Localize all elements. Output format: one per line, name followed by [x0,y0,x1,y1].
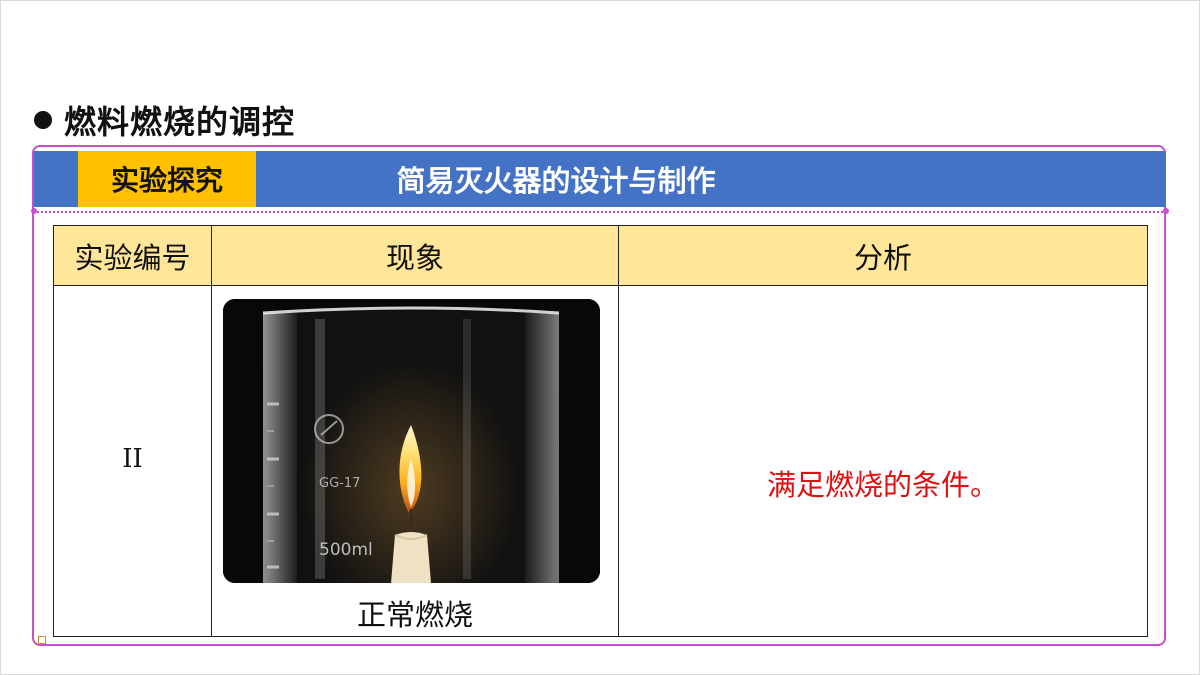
cell-analysis: 满足燃烧的条件。 [618,285,1148,637]
divider-handle-right [1163,208,1169,214]
table-row: II GG-17 500ml 正常燃烧 满足燃烧的条件。 [53,285,1148,637]
cell-number: II [53,285,212,637]
cell-phenomenon: GG-17 500ml 正常燃烧 [211,285,619,637]
divider-handle-left [31,208,37,214]
header-number: 实验编号 [53,225,212,286]
header-phenomenon: 现象 [211,225,619,286]
bullet-icon [34,111,52,129]
experiment-table: 实验编号 现象 分析 II GG-17 500ml 正常燃烧 满足燃烧的条件。 [53,225,1148,637]
candle-beaker-photo: GG-17 500ml [223,299,600,583]
table-header-row: 实验编号 现象 分析 [53,225,1148,286]
phenomenon-caption: 正常燃烧 [356,598,473,632]
dotted-divider [34,211,1166,213]
heading-text: 燃料燃烧的调控 [64,103,296,141]
header-analysis: 分析 [618,225,1148,286]
analysis-text: 满足燃烧的条件。 [766,468,999,502]
section-heading: 燃料燃烧的调控 [34,98,295,142]
banner-title: 简易灭火器的设计与制作 [396,164,716,198]
banner-tag: 实验探究 [78,151,256,207]
experiment-number: II [122,444,143,474]
slide-corner-icon [38,636,46,644]
beaker-marking-volume: 500ml [319,540,373,560]
beaker-marking-grade: GG-17 [319,476,360,491]
